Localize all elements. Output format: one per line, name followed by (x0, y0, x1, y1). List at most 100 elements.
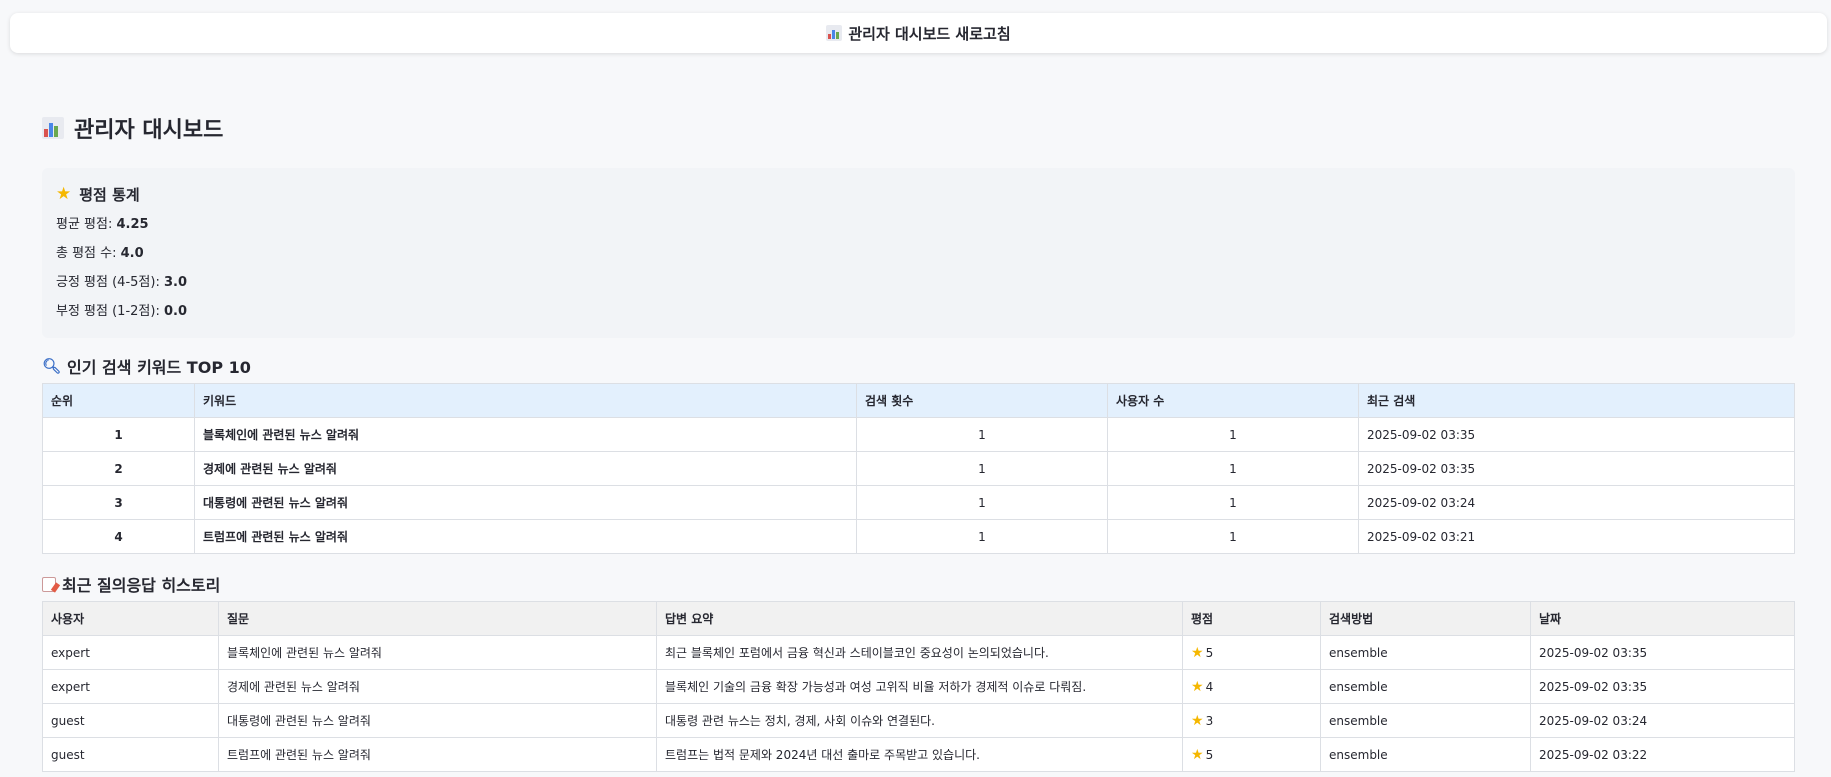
column-header-user-count: 사용자 수 (1107, 383, 1359, 418)
bar-chart-icon (826, 25, 843, 41)
rating-value: 4 (1205, 679, 1214, 694)
table-row: guest 대통령에 관련된 뉴스 알려줘 대통령 관련 뉴스는 정치, 경제,… (42, 703, 1795, 738)
rank-cell: 3 (42, 485, 195, 520)
table-row: expert 경제에 관련된 뉴스 알려줘 블록체인 기술의 금융 확장 가능성… (42, 669, 1795, 704)
stat-value: 4.25 (116, 217, 149, 232)
date-cell: 2025-09-02 03:24 (1530, 703, 1795, 738)
answer-summary-cell: 블록체인 기술의 금융 확장 가능성과 여성 고위직 비율 저하가 경제적 이슈… (656, 669, 1183, 704)
refresh-button-content: 관리자 대시보드 새로고침 (826, 23, 1011, 44)
history-section-title: 최근 질의응답 히스토리 (42, 572, 220, 596)
question-cell: 트럼프에 관련된 뉴스 알려줘 (218, 737, 657, 772)
rating-stats-title-text: 평점 통계 (79, 186, 140, 204)
star-icon: ★ (1191, 678, 1204, 695)
date-cell: 2025-09-02 03:35 (1530, 635, 1795, 670)
star-icon: ★ (1191, 644, 1204, 661)
stat-total-ratings: 총 평점 수: 4.0 (56, 244, 1781, 273)
search-count-cell: 1 (856, 519, 1108, 554)
keyword-cell: 경제에 관련된 뉴스 알려줘 (194, 451, 857, 486)
stat-average-rating: 평균 평점: 4.25 (56, 215, 1781, 244)
stat-label: 부정 평점 (1-2점): (56, 304, 164, 319)
rating-value: 3 (1205, 713, 1214, 728)
keywords-section-title: 🔍︎ 인기 검색 키워드 TOP 10 (42, 354, 251, 378)
stat-label: 총 평점 수: (56, 246, 121, 261)
stat-value: 3.0 (163, 275, 187, 290)
column-header-question: 질문 (218, 601, 657, 636)
table-header-row: 순위 키워드 검색 횟수 사용자 수 최근 검색 (42, 383, 1795, 418)
user-count-cell: 1 (1107, 451, 1359, 486)
answer-summary-cell: 최근 블록체인 포럼에서 금융 혁신과 스테이블코인 중요성이 논의되었습니다. (656, 635, 1183, 670)
stat-negative-ratings: 부정 평점 (1-2점): 0.0 (56, 302, 1781, 331)
search-method-cell: ensemble (1320, 635, 1531, 670)
search-method-cell: ensemble (1320, 737, 1531, 772)
table-row: guest 트럼프에 관련된 뉴스 알려줘 트럼프는 법적 문제와 2024년 … (42, 737, 1795, 772)
keyword-cell: 블록체인에 관련된 뉴스 알려줘 (194, 417, 857, 452)
question-cell: 경제에 관련된 뉴스 알려줘 (218, 669, 657, 704)
keyword-cell: 대통령에 관련된 뉴스 알려줘 (194, 485, 857, 520)
rating-stats-title: ★ 평점 통계 (56, 184, 1781, 205)
magnifier-icon: 🔍︎ (42, 357, 62, 375)
user-cell: guest (42, 737, 219, 772)
memo-icon (42, 576, 56, 592)
rating-cell: ★ 4 (1182, 669, 1321, 704)
last-search-cell: 2025-09-02 03:24 (1358, 485, 1795, 520)
answer-summary-cell: 대통령 관련 뉴스는 정치, 경제, 사회 이슈와 연결된다. (656, 703, 1183, 738)
table-header-row: 사용자 질문 답변 요약 평점 검색방법 날짜 (42, 601, 1795, 636)
question-cell: 블록체인에 관련된 뉴스 알려줘 (218, 635, 657, 670)
user-cell: expert (42, 669, 219, 704)
column-header-search-count: 검색 횟수 (856, 383, 1108, 418)
table-row: 3 대통령에 관련된 뉴스 알려줘 1 1 2025-09-02 03:24 (42, 485, 1795, 520)
user-count-cell: 1 (1107, 519, 1359, 554)
history-table: 사용자 질문 답변 요약 평점 검색방법 날짜 expert 블록체인에 관련된… (42, 601, 1795, 772)
table-row: 2 경제에 관련된 뉴스 알려줘 1 1 2025-09-02 03:35 (42, 451, 1795, 486)
star-icon: ★ (1191, 712, 1204, 729)
column-header-answer-summary: 답변 요약 (656, 601, 1183, 636)
rank-cell: 1 (42, 417, 195, 452)
answer-summary-cell: 트럼프는 법적 문제와 2024년 대선 출마로 주목받고 있습니다. (656, 737, 1183, 772)
table-row: expert 블록체인에 관련된 뉴스 알려줘 최근 블록체인 포럼에서 금융 … (42, 635, 1795, 670)
search-count-cell: 1 (856, 417, 1108, 452)
page-title: 관리자 대시보드 (42, 112, 223, 144)
rating-value: 5 (1205, 645, 1214, 660)
rating-value: 5 (1205, 747, 1214, 762)
refresh-button-label: 관리자 대시보드 새로고침 (848, 24, 1011, 43)
history-section-title-text: 최근 질의응답 히스토리 (62, 576, 221, 595)
last-search-cell: 2025-09-02 03:35 (1358, 451, 1795, 486)
rating-stats-panel: ★ 평점 통계 평균 평점: 4.25 총 평점 수: 4.0 긍정 평점 (4… (42, 168, 1795, 338)
last-search-cell: 2025-09-02 03:21 (1358, 519, 1795, 554)
stat-label: 긍정 평점 (4-5점): (56, 275, 164, 290)
rating-cell: ★ 5 (1182, 737, 1321, 772)
rank-cell: 4 (42, 519, 195, 554)
keyword-cell: 트럼프에 관련된 뉴스 알려줘 (194, 519, 857, 554)
user-cell: expert (42, 635, 219, 670)
column-header-rating: 평점 (1182, 601, 1321, 636)
keywords-section-title-text: 인기 검색 키워드 TOP 10 (67, 358, 251, 377)
last-search-cell: 2025-09-02 03:35 (1358, 417, 1795, 452)
rank-cell: 2 (42, 451, 195, 486)
search-method-cell: ensemble (1320, 703, 1531, 738)
user-cell: guest (42, 703, 219, 738)
column-header-date: 날짜 (1530, 601, 1795, 636)
column-header-keyword: 키워드 (194, 383, 857, 418)
column-header-rank: 순위 (42, 383, 195, 418)
table-row: 4 트럼프에 관련된 뉴스 알려줘 1 1 2025-09-02 03:21 (42, 519, 1795, 554)
table-row: 1 블록체인에 관련된 뉴스 알려줘 1 1 2025-09-02 03:35 (42, 417, 1795, 452)
date-cell: 2025-09-02 03:22 (1530, 737, 1795, 772)
stat-positive-ratings: 긍정 평점 (4-5점): 3.0 (56, 273, 1781, 302)
search-count-cell: 1 (856, 485, 1108, 520)
rating-cell: ★ 3 (1182, 703, 1321, 738)
column-header-user: 사용자 (42, 601, 219, 636)
user-count-cell: 1 (1107, 485, 1359, 520)
column-header-search-method: 검색방법 (1320, 601, 1531, 636)
question-cell: 대통령에 관련된 뉴스 알려줘 (218, 703, 657, 738)
rating-cell: ★ 5 (1182, 635, 1321, 670)
date-cell: 2025-09-02 03:35 (1530, 669, 1795, 704)
search-method-cell: ensemble (1320, 669, 1531, 704)
stat-value: 4.0 (120, 246, 144, 261)
refresh-dashboard-button[interactable]: 관리자 대시보드 새로고침 (10, 13, 1827, 53)
star-icon: ★ (56, 184, 72, 204)
user-count-cell: 1 (1107, 417, 1359, 452)
search-count-cell: 1 (856, 451, 1108, 486)
page-title-text: 관리자 대시보드 (74, 118, 224, 143)
star-icon: ★ (1191, 746, 1204, 763)
keywords-table: 순위 키워드 검색 횟수 사용자 수 최근 검색 1 블록체인에 관련된 뉴스 … (42, 383, 1795, 554)
